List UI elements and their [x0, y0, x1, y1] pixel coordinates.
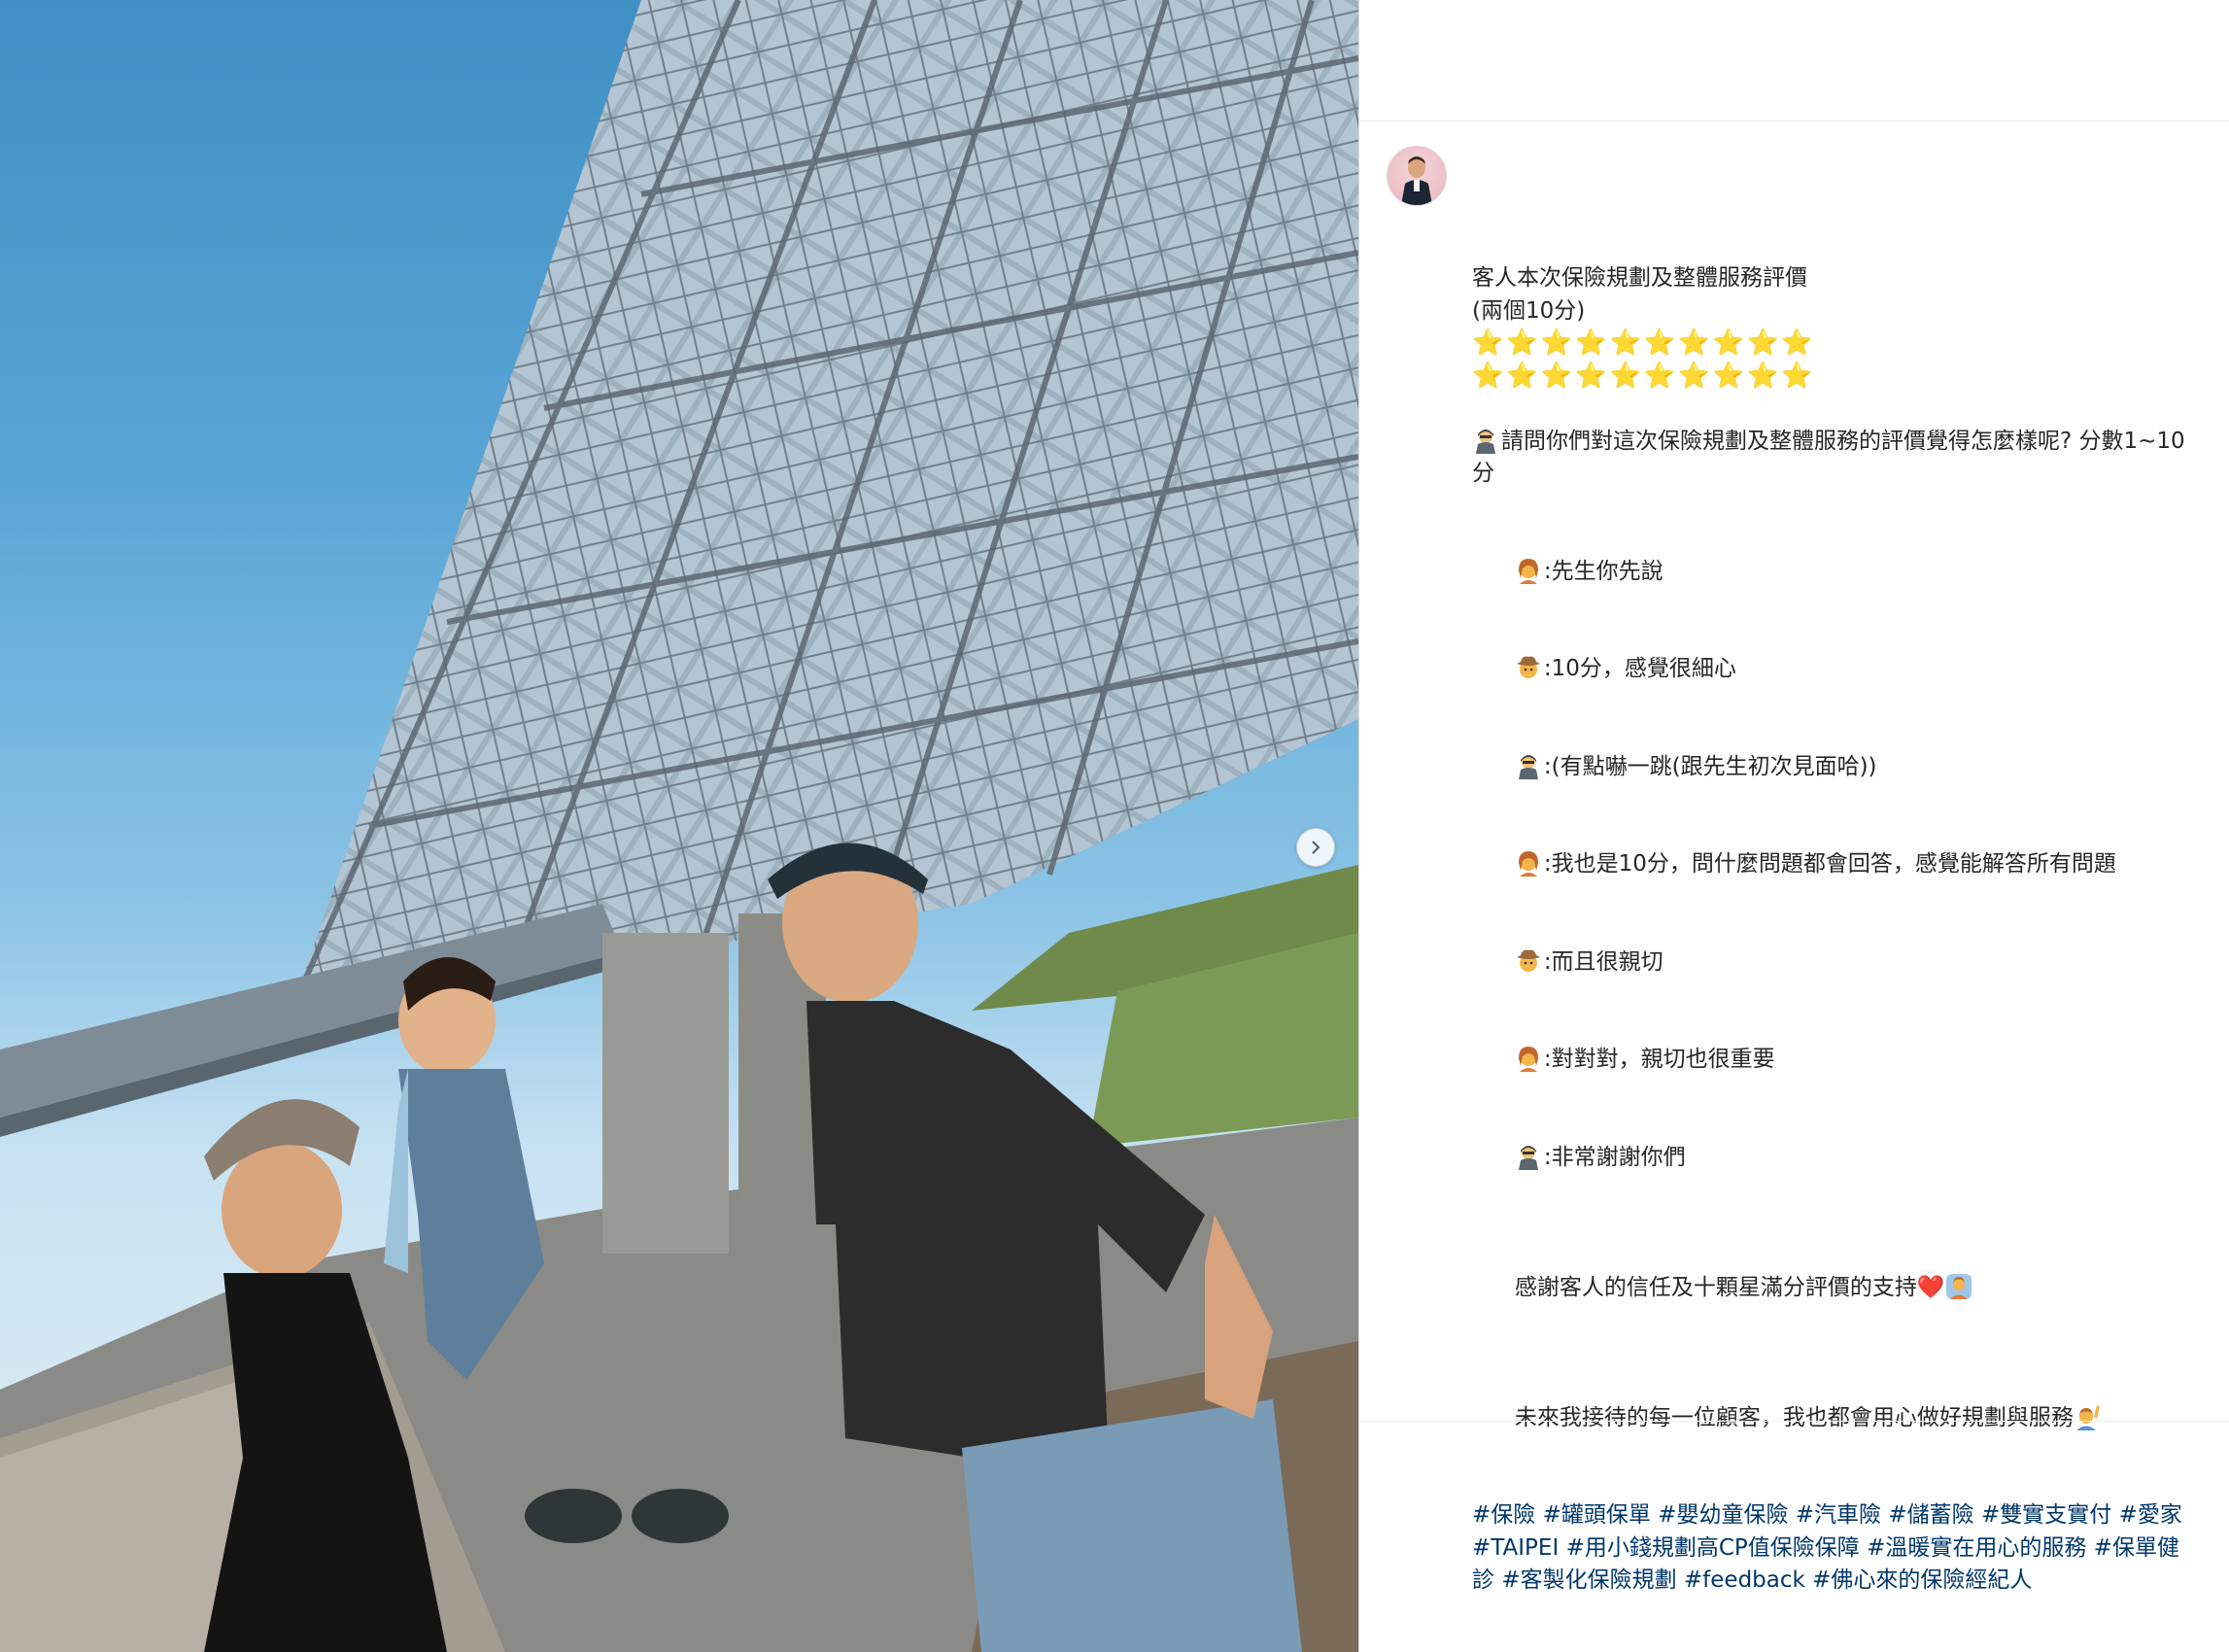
dialog-line-4: :我也是10分，問什麼問題都會回答，感覺能解答所有問題: [1472, 816, 2191, 914]
dialog-text: :而且很親切: [1543, 948, 1663, 975]
hashtag-link[interactable]: #feedback: [1684, 1567, 1805, 1593]
question-text: 請問你們對這次保險規劃及整體服務的評價覺得怎麼樣呢? 分數1~10分: [1472, 428, 2185, 487]
footer-divider: [1359, 1421, 2229, 1422]
hashtag-link[interactable]: #汽車險: [1796, 1502, 1881, 1528]
agent-emoji-icon: [1518, 1145, 1538, 1170]
hashtag-link[interactable]: #罐頭保單: [1543, 1502, 1651, 1528]
hashtag-link[interactable]: #客製化保險規劃: [1501, 1567, 1676, 1593]
stars-row-2: ⭐⭐⭐⭐⭐⭐⭐⭐⭐⭐: [1472, 361, 1816, 391]
dialog-line-3: :(有點嚇一跳(跟先生初次見面哈)): [1472, 718, 2191, 816]
agent-emoji-icon: [1518, 754, 1538, 779]
caption-promise: 未來我接待的每一位顧客，我也都會用心做好規劃與服務: [1472, 1369, 2191, 1467]
post-photo[interactable]: [0, 0, 1358, 1652]
woman-emoji-icon: [1518, 1047, 1538, 1072]
promise-text: 未來我接待的每一位顧客，我也都會用心做好規劃與服務: [1514, 1404, 2074, 1430]
raising-hand-emoji-icon: [2075, 1404, 2100, 1430]
dialog-line-1: :先生你先說: [1472, 523, 2191, 621]
cowboy-emoji-icon: [1516, 949, 1540, 972]
hashtag-link[interactable]: #TAIPEI: [1472, 1535, 1559, 1561]
stars-row-1: ⭐⭐⭐⭐⭐⭐⭐⭐⭐⭐: [1472, 328, 1816, 358]
dialog-line-6: :對對對，親切也很重要: [1472, 1012, 2191, 1110]
dialog-text: :10分，感覺很細心: [1543, 656, 1736, 681]
dialog-text: :非常謝謝你們: [1543, 1144, 1686, 1170]
dialog-line-5: :而且很親切: [1472, 913, 2191, 1012]
cowboy-emoji-icon: [1516, 656, 1540, 678]
author-avatar[interactable]: [1387, 146, 1447, 206]
next-image-button[interactable]: [1296, 828, 1335, 867]
dialog-line-2: :10分，感覺很細心: [1472, 621, 2191, 719]
hashtag-link[interactable]: #保險: [1472, 1502, 1535, 1528]
hashtag-link[interactable]: #儲蓄險: [1888, 1502, 1973, 1528]
dialog-text: :我也是10分，問什麼問題都會回答，感覺能解答所有問題: [1543, 851, 2116, 877]
woman-emoji-icon: [1518, 558, 1538, 584]
hashtag-link[interactable]: #愛家: [2119, 1502, 2182, 1528]
chevron-right-icon: [1312, 841, 1320, 854]
dialog-line-7: :非常謝謝你們: [1472, 1109, 2191, 1207]
hashtag-link[interactable]: #嬰幼童保險: [1658, 1502, 1788, 1528]
photo-scene: [0, 0, 1358, 1652]
raising-hand-emoji-icon: [1945, 1273, 1972, 1299]
dialog-text: :(有點嚇一跳(跟先生初次見面哈)): [1543, 753, 1877, 779]
heart-icon: ❤️: [1916, 1274, 1945, 1300]
hashtag-link[interactable]: #溫暖實在用心的服務: [1867, 1535, 2086, 1561]
dialog-text: :對對對，親切也很重要: [1543, 1047, 1775, 1072]
woman-emoji-icon: [1518, 851, 1538, 877]
caption-question: 請問你們對這次保險規劃及整體服務的評價覺得怎麼樣呢? 分數1~10分: [1472, 426, 2191, 491]
agent-emoji-icon: [1476, 429, 1495, 454]
caption-thanks: 感謝客人的信任及十顆星滿分評價的支持❤️: [1472, 1239, 2191, 1337]
hashtag-link[interactable]: #用小錢規劃高CP值保險保障: [1566, 1535, 1860, 1561]
caption-title: 客人本次保險規劃及整體服務評價: [1472, 265, 1807, 291]
avatar-photo-icon: [1401, 156, 1432, 205]
post-side-panel: 客人本次保險規劃及整體服務評價 (兩個10分) ⭐⭐⭐⭐⭐⭐⭐⭐⭐⭐ ⭐⭐⭐⭐⭐…: [1359, 0, 2229, 1652]
header-divider: [1359, 120, 2229, 121]
dialog-text: :先生你先說: [1543, 558, 1663, 584]
post-caption: 客人本次保險規劃及整體服務評價 (兩個10分) ⭐⭐⭐⭐⭐⭐⭐⭐⭐⭐ ⭐⭐⭐⭐⭐…: [1472, 262, 2191, 1598]
hashtag-link[interactable]: #雙實支實付: [1981, 1502, 2111, 1528]
hashtag-list: #保險 #罐頭保單 #嬰幼童保險 #汽車險 #儲蓄險 #雙實支實付 #愛家 #T…: [1472, 1499, 2191, 1598]
hashtag-link[interactable]: #佛心來的保險經紀人: [1812, 1567, 2032, 1593]
caption-subtitle: (兩個10分): [1472, 297, 1586, 324]
thanks-text: 感謝客人的信任及十顆星滿分評價的支持: [1514, 1274, 1917, 1300]
